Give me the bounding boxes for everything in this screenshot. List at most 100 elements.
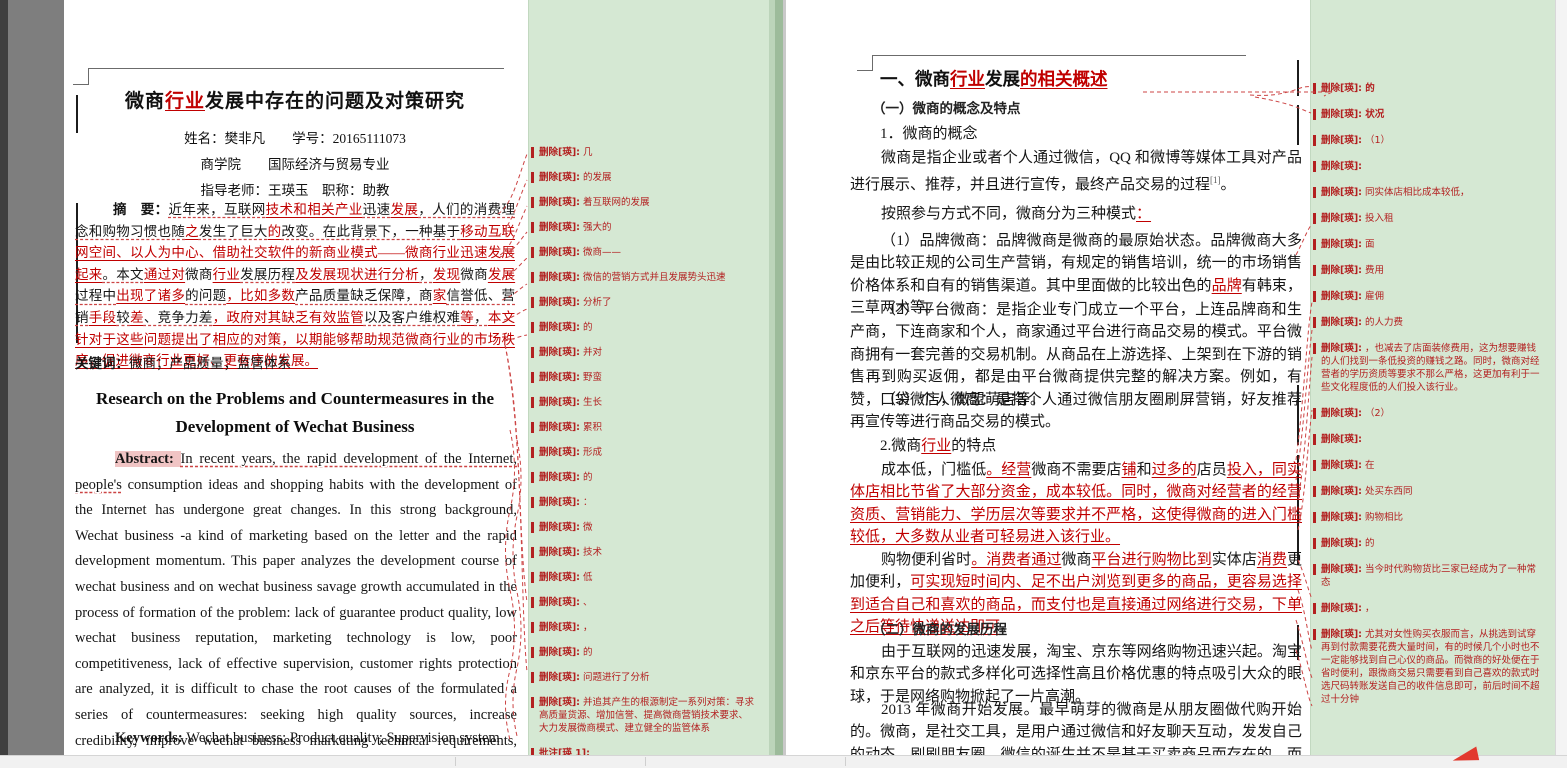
comment-label: 删除[瑛]:	[539, 347, 580, 358]
deletion-comment[interactable]: 删除[瑛]: 的	[539, 646, 755, 659]
text-segment: 的问题	[185, 288, 226, 303]
deletion-comment[interactable]: 删除[瑛]: 强大的	[539, 221, 755, 234]
deletion-comment[interactable]: 删除[瑛]: 几	[539, 146, 755, 159]
text-segment: 出现了诸多	[116, 288, 185, 303]
comment-label: 删除[瑛]:	[539, 547, 580, 558]
text-segment: 迅速	[363, 202, 391, 217]
comment-text: 问题进行了分析	[580, 672, 650, 683]
deletion-comment[interactable]: 删除[瑛]: 并对	[539, 346, 755, 359]
deletion-comment[interactable]: 删除[瑛]: 购物相比	[1321, 511, 1541, 524]
deletion-comment[interactable]: 删除[瑛]: 在	[1321, 459, 1541, 472]
comment-label: 删除[瑛]:	[1321, 239, 1362, 250]
heading-sub-2: 2.微商行业的特点	[850, 434, 1302, 455]
comment-text: 同实体店相比成本较低，	[1362, 187, 1470, 198]
text-segment: ，	[419, 267, 433, 282]
horizontal-scrollbar[interactable]	[0, 755, 1567, 768]
deletion-comment[interactable]: 删除[瑛]: 累积	[539, 421, 755, 434]
deletion-comment[interactable]: 删除[瑛]: 尤其对女性购买衣服而言，从挑选到试穿再到付款需要花费大量时间，有的…	[1321, 628, 1541, 706]
thesis-title: 微商行业发展中存在的问题及对策研究	[76, 86, 514, 113]
text-segment: 发现	[433, 267, 461, 282]
comment-text: 雇佣	[1362, 291, 1384, 302]
deletion-comment[interactable]: 删除[瑛]: 低	[539, 571, 755, 584]
heading-chapter-1: 一、微商行业发展的相关概述	[850, 66, 1302, 91]
deletion-comment[interactable]: 删除[瑛]:	[1321, 160, 1541, 173]
deletion-comment[interactable]: 删除[瑛]: 的	[1321, 537, 1541, 550]
deletion-comment[interactable]: 删除[瑛]: ：	[539, 496, 755, 509]
text-segment: [1]	[1210, 175, 1221, 185]
comment-label: 删除[瑛]:	[1321, 564, 1362, 575]
deletion-comment[interactable]: 删除[瑛]: 形成	[539, 446, 755, 459]
window-left-edge	[0, 0, 8, 755]
comment-label: 删除[瑛]:	[1321, 538, 1362, 549]
comment-text: 低	[580, 572, 593, 583]
text-segment: 的	[268, 224, 282, 239]
deletion-comment[interactable]: 删除[瑛]: 同实体店相比成本较低，	[1321, 186, 1541, 199]
comment-text: 处买东西同	[1362, 486, 1413, 497]
comment-text: 形成	[580, 447, 602, 458]
deletion-comment[interactable]: 删除[瑛]: 问题进行了分析	[539, 671, 755, 684]
deletion-comment[interactable]: 删除[瑛]: 微	[539, 521, 755, 534]
deletion-comment[interactable]: 删除[瑛]: 当今时代购物货比三家已经成为了一种常态	[1321, 563, 1541, 589]
comment-label: 删除[瑛]:	[539, 522, 580, 533]
deletion-comment[interactable]: 删除[瑛]: 技术	[539, 546, 755, 559]
word-workspace: 微商行业发展中存在的问题及对策研究 姓名：樊非凡 学号：20165111073 …	[0, 0, 1567, 768]
comment-text: 累积	[580, 422, 602, 433]
deletion-comment[interactable]: 删除[瑛]: 的发展	[539, 171, 755, 184]
keywords-cn: 关键词：微商；产品质量；监管体系	[75, 352, 515, 372]
deletion-comment[interactable]: 删除[瑛]: （2）	[1321, 407, 1541, 420]
pane-divider	[769, 0, 786, 755]
text-segment: 消费	[1257, 552, 1287, 568]
deletion-comment[interactable]: 删除[瑛]: 着互联网的发展	[539, 196, 755, 209]
vertical-scrollbar[interactable]	[1555, 0, 1567, 755]
deletion-comment[interactable]: 删除[瑛]: 生长	[539, 396, 755, 409]
deletion-comment[interactable]: 删除[瑛]: 费用	[1321, 264, 1541, 277]
text-segment: 行业	[165, 91, 205, 112]
deletion-comment[interactable]: 删除[瑛]: 的	[1321, 82, 1541, 95]
deletion-comment[interactable]: 删除[瑛]: 的	[539, 471, 755, 484]
text-segment: ，比如多数	[226, 288, 295, 303]
deletion-comment[interactable]: 删除[瑛]: 并追其产生的根源制定一系列对策：寻求高质量货源、增加信誉、提高微商…	[539, 696, 755, 735]
deletion-comment[interactable]: 删除[瑛]: 微信的营销方式并且发展势头迅速	[539, 271, 755, 284]
text-segment: ，	[474, 310, 488, 325]
deletion-comment[interactable]: 删除[瑛]: 、	[539, 596, 755, 609]
deletion-comment[interactable]: 删除[瑛]: 的人力费	[1321, 316, 1541, 329]
deletion-comment[interactable]: 删除[瑛]: 状况	[1321, 108, 1541, 121]
comment-text: ：	[580, 497, 593, 508]
deletion-comment[interactable]: 删除[瑛]:	[1321, 433, 1541, 446]
comment-label: 删除[瑛]:	[539, 622, 580, 633]
thesis-title-en: Research on the Problems and Countermeas…	[76, 385, 514, 441]
text-segment: 摘 要：	[113, 202, 169, 217]
comment-text: 野蛮	[580, 372, 602, 383]
comment-label: 删除[瑛]:	[1321, 343, 1362, 354]
heading-section-2: （二）微商的发展历程	[850, 618, 1302, 638]
text-segment: 通过对	[144, 267, 185, 282]
comment-label: 删除[瑛]:	[1321, 291, 1362, 302]
text-segment: 。消费者通过	[971, 552, 1061, 568]
thesis-title-en-line1: Research on the Problems and Countermeas…	[76, 385, 514, 413]
comment-text: 强大的	[580, 222, 612, 233]
comment-text: 尤其对女性购买衣服而言，从挑选到试穿再到付款需要花费大量时间，有的时候几个小时也…	[1321, 629, 1540, 705]
deletion-comment[interactable]: 删除[瑛]: 分析了	[539, 296, 755, 309]
comment-label: 删除[瑛]:	[539, 597, 580, 608]
deletion-comment[interactable]: 删除[瑛]: ，	[539, 621, 755, 634]
abstract-cn: 摘 要：近年来，互联网技术和相关产业迅速发展，人们的消费理念和购物习惯也随之发生…	[75, 199, 515, 372]
comment-label: 删除[瑛]:	[1321, 486, 1362, 497]
deletion-comment[interactable]: 删除[瑛]: 雇佣	[1321, 290, 1541, 303]
text-segment: 等	[460, 310, 474, 325]
deletion-comment[interactable]: 删除[瑛]: 的	[539, 321, 755, 334]
deletion-comment[interactable]: 删除[瑛]: 投入租	[1321, 212, 1541, 225]
deletion-comment[interactable]: 删除[瑛]: ，也减去了店面装修费用，这为想要赚钱的人们找到一条低投资的赚钱之路…	[1321, 342, 1541, 394]
text-segment: 。经营	[986, 462, 1031, 478]
deletion-comment[interactable]: 删除[瑛]: 微商——	[539, 246, 755, 259]
deletion-comment[interactable]: 删除[瑛]: 野蛮	[539, 371, 755, 384]
deletion-comment[interactable]: 删除[瑛]: 处买东西同	[1321, 485, 1541, 498]
comment-text: 在	[1362, 460, 1375, 471]
text-segment: 以及客户维权难	[364, 310, 460, 325]
comment-text: 微商——	[580, 247, 621, 258]
deletion-comment[interactable]: 删除[瑛]: （1）	[1321, 134, 1541, 147]
comment-text: 购物相比	[1362, 512, 1403, 523]
text-segment: consumption ideas and shopping habits wi…	[75, 477, 517, 768]
text-segment: （3）个人微商：是指个人通过微信朋友圈刷屏营销，好友推荐再宣传等进行商品交易的模…	[850, 392, 1302, 430]
deletion-comment[interactable]: 删除[瑛]: ，	[1321, 602, 1541, 615]
deletion-comment[interactable]: 删除[瑛]: 面	[1321, 238, 1541, 251]
